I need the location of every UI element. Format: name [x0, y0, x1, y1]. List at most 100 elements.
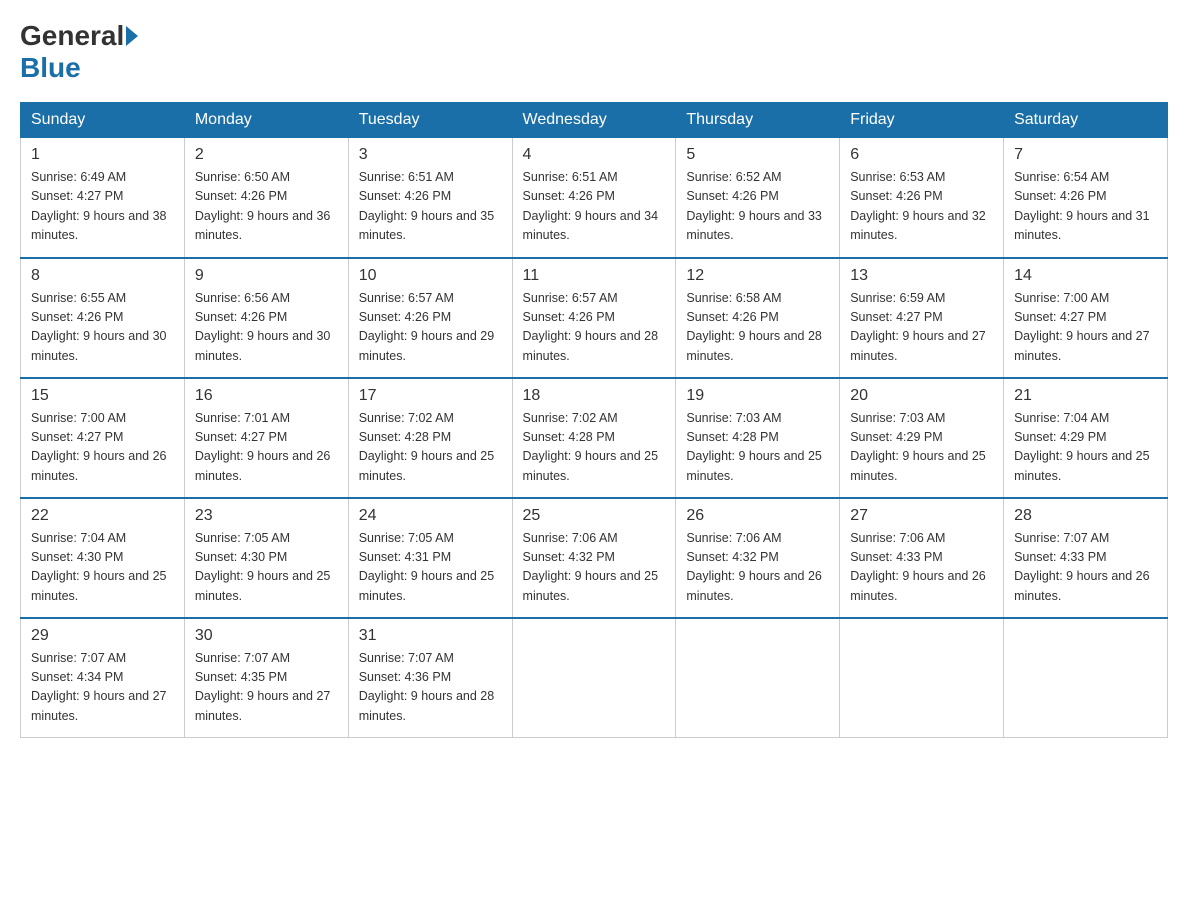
calendar-week-row-2: 8 Sunrise: 6:55 AM Sunset: 4:26 PM Dayli…	[21, 258, 1168, 378]
day-number: 25	[523, 507, 666, 525]
day-info: Sunrise: 7:02 AM Sunset: 4:28 PM Dayligh…	[523, 409, 666, 487]
calendar-header-thursday: Thursday	[676, 103, 840, 138]
day-info: Sunrise: 7:04 AM Sunset: 4:29 PM Dayligh…	[1014, 409, 1157, 487]
day-number: 18	[523, 387, 666, 405]
day-info: Sunrise: 7:00 AM Sunset: 4:27 PM Dayligh…	[1014, 289, 1157, 367]
calendar-week-row-4: 22 Sunrise: 7:04 AM Sunset: 4:30 PM Dayl…	[21, 498, 1168, 618]
day-info: Sunrise: 6:59 AM Sunset: 4:27 PM Dayligh…	[850, 289, 993, 367]
day-number: 5	[686, 146, 829, 164]
calendar-header-saturday: Saturday	[1004, 103, 1168, 138]
day-number: 22	[31, 507, 174, 525]
calendar-cell: 10 Sunrise: 6:57 AM Sunset: 4:26 PM Dayl…	[348, 258, 512, 378]
calendar-week-row-5: 29 Sunrise: 7:07 AM Sunset: 4:34 PM Dayl…	[21, 618, 1168, 738]
day-info: Sunrise: 7:05 AM Sunset: 4:31 PM Dayligh…	[359, 529, 502, 607]
calendar-cell: 26 Sunrise: 7:06 AM Sunset: 4:32 PM Dayl…	[676, 498, 840, 618]
calendar-week-row-3: 15 Sunrise: 7:00 AM Sunset: 4:27 PM Dayl…	[21, 378, 1168, 498]
day-info: Sunrise: 7:02 AM Sunset: 4:28 PM Dayligh…	[359, 409, 502, 487]
day-number: 13	[850, 267, 993, 285]
calendar-cell: 8 Sunrise: 6:55 AM Sunset: 4:26 PM Dayli…	[21, 258, 185, 378]
calendar-cell: 22 Sunrise: 7:04 AM Sunset: 4:30 PM Dayl…	[21, 498, 185, 618]
logo-arrow-icon	[126, 26, 138, 46]
calendar-header-wednesday: Wednesday	[512, 103, 676, 138]
day-info: Sunrise: 6:50 AM Sunset: 4:26 PM Dayligh…	[195, 168, 338, 246]
day-info: Sunrise: 6:56 AM Sunset: 4:26 PM Dayligh…	[195, 289, 338, 367]
day-info: Sunrise: 6:51 AM Sunset: 4:26 PM Dayligh…	[359, 168, 502, 246]
logo: General Blue	[20, 20, 140, 84]
day-number: 12	[686, 267, 829, 285]
day-info: Sunrise: 6:57 AM Sunset: 4:26 PM Dayligh…	[359, 289, 502, 367]
day-number: 24	[359, 507, 502, 525]
day-number: 3	[359, 146, 502, 164]
calendar-table: SundayMondayTuesdayWednesdayThursdayFrid…	[20, 102, 1168, 738]
day-info: Sunrise: 6:51 AM Sunset: 4:26 PM Dayligh…	[523, 168, 666, 246]
day-info: Sunrise: 7:07 AM Sunset: 4:35 PM Dayligh…	[195, 649, 338, 727]
calendar-cell: 15 Sunrise: 7:00 AM Sunset: 4:27 PM Dayl…	[21, 378, 185, 498]
day-info: Sunrise: 6:54 AM Sunset: 4:26 PM Dayligh…	[1014, 168, 1157, 246]
day-number: 26	[686, 507, 829, 525]
calendar-cell: 6 Sunrise: 6:53 AM Sunset: 4:26 PM Dayli…	[840, 138, 1004, 258]
calendar-cell: 31 Sunrise: 7:07 AM Sunset: 4:36 PM Dayl…	[348, 618, 512, 738]
calendar-cell: 5 Sunrise: 6:52 AM Sunset: 4:26 PM Dayli…	[676, 138, 840, 258]
calendar-cell: 13 Sunrise: 6:59 AM Sunset: 4:27 PM Dayl…	[840, 258, 1004, 378]
calendar-cell	[676, 618, 840, 738]
calendar-cell: 2 Sunrise: 6:50 AM Sunset: 4:26 PM Dayli…	[184, 138, 348, 258]
day-number: 27	[850, 507, 993, 525]
calendar-cell	[512, 618, 676, 738]
day-number: 21	[1014, 387, 1157, 405]
day-number: 10	[359, 267, 502, 285]
day-info: Sunrise: 7:03 AM Sunset: 4:29 PM Dayligh…	[850, 409, 993, 487]
calendar-cell: 11 Sunrise: 6:57 AM Sunset: 4:26 PM Dayl…	[512, 258, 676, 378]
day-number: 2	[195, 146, 338, 164]
day-info: Sunrise: 6:52 AM Sunset: 4:26 PM Dayligh…	[686, 168, 829, 246]
day-info: Sunrise: 7:04 AM Sunset: 4:30 PM Dayligh…	[31, 529, 174, 607]
calendar-cell: 7 Sunrise: 6:54 AM Sunset: 4:26 PM Dayli…	[1004, 138, 1168, 258]
day-info: Sunrise: 7:01 AM Sunset: 4:27 PM Dayligh…	[195, 409, 338, 487]
day-info: Sunrise: 7:05 AM Sunset: 4:30 PM Dayligh…	[195, 529, 338, 607]
calendar-cell: 4 Sunrise: 6:51 AM Sunset: 4:26 PM Dayli…	[512, 138, 676, 258]
day-info: Sunrise: 6:58 AM Sunset: 4:26 PM Dayligh…	[686, 289, 829, 367]
day-number: 4	[523, 146, 666, 164]
calendar-cell: 25 Sunrise: 7:06 AM Sunset: 4:32 PM Dayl…	[512, 498, 676, 618]
day-number: 14	[1014, 267, 1157, 285]
day-info: Sunrise: 7:03 AM Sunset: 4:28 PM Dayligh…	[686, 409, 829, 487]
calendar-cell	[840, 618, 1004, 738]
day-number: 19	[686, 387, 829, 405]
header: General Blue	[20, 20, 1168, 84]
calendar-cell: 24 Sunrise: 7:05 AM Sunset: 4:31 PM Dayl…	[348, 498, 512, 618]
calendar-header-sunday: Sunday	[21, 103, 185, 138]
day-number: 20	[850, 387, 993, 405]
logo-general-text: General	[20, 20, 124, 52]
calendar-cell: 18 Sunrise: 7:02 AM Sunset: 4:28 PM Dayl…	[512, 378, 676, 498]
day-number: 31	[359, 627, 502, 645]
calendar-cell: 9 Sunrise: 6:56 AM Sunset: 4:26 PM Dayli…	[184, 258, 348, 378]
calendar-cell: 30 Sunrise: 7:07 AM Sunset: 4:35 PM Dayl…	[184, 618, 348, 738]
calendar-cell: 19 Sunrise: 7:03 AM Sunset: 4:28 PM Dayl…	[676, 378, 840, 498]
calendar-header-friday: Friday	[840, 103, 1004, 138]
day-info: Sunrise: 7:07 AM Sunset: 4:34 PM Dayligh…	[31, 649, 174, 727]
day-info: Sunrise: 6:57 AM Sunset: 4:26 PM Dayligh…	[523, 289, 666, 367]
calendar-week-row-1: 1 Sunrise: 6:49 AM Sunset: 4:27 PM Dayli…	[21, 138, 1168, 258]
day-info: Sunrise: 7:06 AM Sunset: 4:32 PM Dayligh…	[523, 529, 666, 607]
day-number: 29	[31, 627, 174, 645]
calendar-cell: 23 Sunrise: 7:05 AM Sunset: 4:30 PM Dayl…	[184, 498, 348, 618]
calendar-cell: 1 Sunrise: 6:49 AM Sunset: 4:27 PM Dayli…	[21, 138, 185, 258]
day-info: Sunrise: 6:53 AM Sunset: 4:26 PM Dayligh…	[850, 168, 993, 246]
day-number: 6	[850, 146, 993, 164]
day-info: Sunrise: 6:49 AM Sunset: 4:27 PM Dayligh…	[31, 168, 174, 246]
calendar-cell: 14 Sunrise: 7:00 AM Sunset: 4:27 PM Dayl…	[1004, 258, 1168, 378]
calendar-cell	[1004, 618, 1168, 738]
day-info: Sunrise: 7:06 AM Sunset: 4:32 PM Dayligh…	[686, 529, 829, 607]
day-info: Sunrise: 7:07 AM Sunset: 4:33 PM Dayligh…	[1014, 529, 1157, 607]
day-number: 1	[31, 146, 174, 164]
day-number: 16	[195, 387, 338, 405]
day-number: 8	[31, 267, 174, 285]
calendar-cell: 21 Sunrise: 7:04 AM Sunset: 4:29 PM Dayl…	[1004, 378, 1168, 498]
calendar-header-monday: Monday	[184, 103, 348, 138]
day-number: 28	[1014, 507, 1157, 525]
calendar-cell: 12 Sunrise: 6:58 AM Sunset: 4:26 PM Dayl…	[676, 258, 840, 378]
calendar-cell: 27 Sunrise: 7:06 AM Sunset: 4:33 PM Dayl…	[840, 498, 1004, 618]
day-info: Sunrise: 6:55 AM Sunset: 4:26 PM Dayligh…	[31, 289, 174, 367]
logo-blue-text: Blue	[20, 52, 81, 83]
day-number: 23	[195, 507, 338, 525]
calendar-cell: 3 Sunrise: 6:51 AM Sunset: 4:26 PM Dayli…	[348, 138, 512, 258]
